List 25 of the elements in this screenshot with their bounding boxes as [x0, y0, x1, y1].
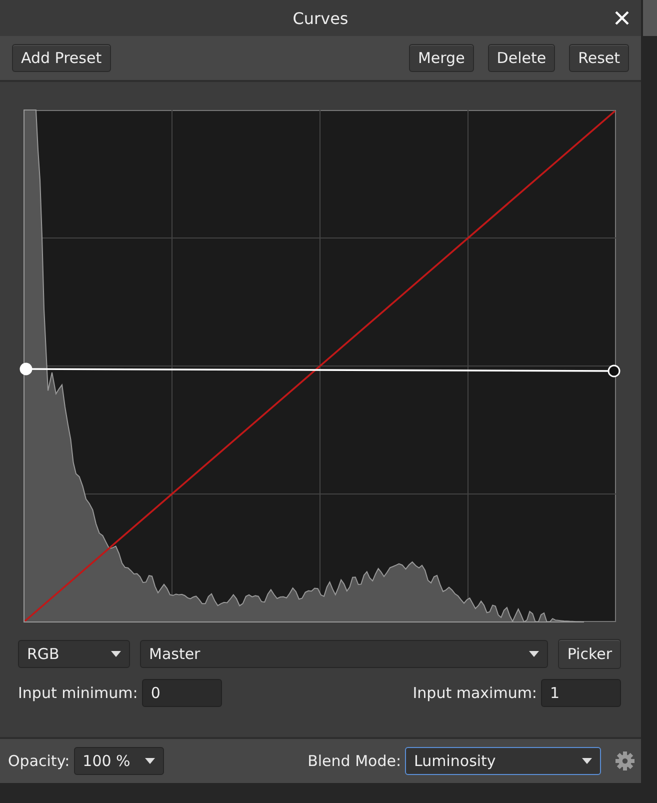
scrollbar-thumb[interactable]: [643, 0, 657, 36]
input-field[interactable]: 1: [541, 679, 621, 707]
toolbar-button[interactable]: Add Preset: [12, 44, 111, 72]
color-space-dropdown[interactable]: RGB: [18, 640, 130, 668]
caret-icon: [144, 758, 155, 764]
opacity-dropdown[interactable]: 100 %: [74, 747, 164, 775]
blend-mode-label: Blend Mode:: [308, 752, 401, 770]
field-label: Input maximum:: [412, 684, 537, 702]
control-point[interactable]: [608, 364, 620, 378]
input-field[interactable]: 0: [142, 679, 222, 707]
caret-icon: [111, 651, 121, 657]
settings-icon[interactable]: [615, 751, 635, 771]
window-title: Curves: [292, 8, 348, 28]
toolbar-button[interactable]: Delete: [488, 44, 556, 72]
opacity-label: Opacity:: [8, 752, 70, 770]
control-point[interactable]: [20, 362, 32, 376]
caret-icon: [582, 758, 592, 764]
close-icon[interactable]: [615, 11, 629, 25]
channel-dropdown[interactable]: Master: [140, 640, 548, 668]
field-label: Input minimum:: [18, 684, 138, 702]
caret-icon: [529, 651, 540, 657]
toolbar-button[interactable]: Reset: [569, 44, 629, 72]
blend-mode-dropdown[interactable]: Luminosity: [405, 747, 601, 775]
picker-button[interactable]: Picker: [558, 639, 621, 669]
toolbar-button[interactable]: Merge: [408, 44, 474, 72]
